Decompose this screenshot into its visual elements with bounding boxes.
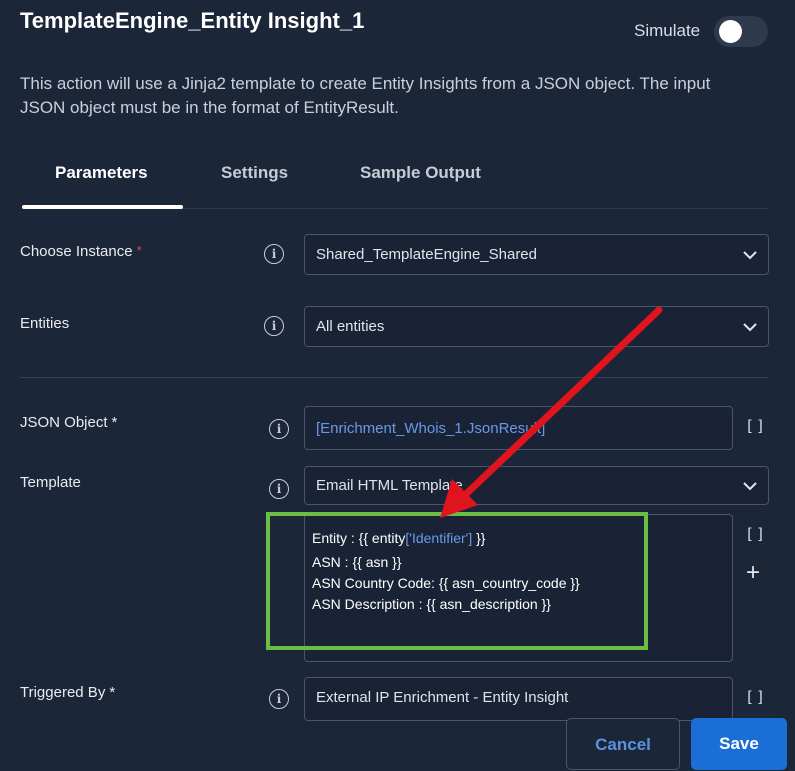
annotation-arrow — [440, 306, 663, 518]
save-button[interactable]: Save — [691, 718, 787, 770]
cancel-button[interactable]: Cancel — [566, 718, 680, 770]
